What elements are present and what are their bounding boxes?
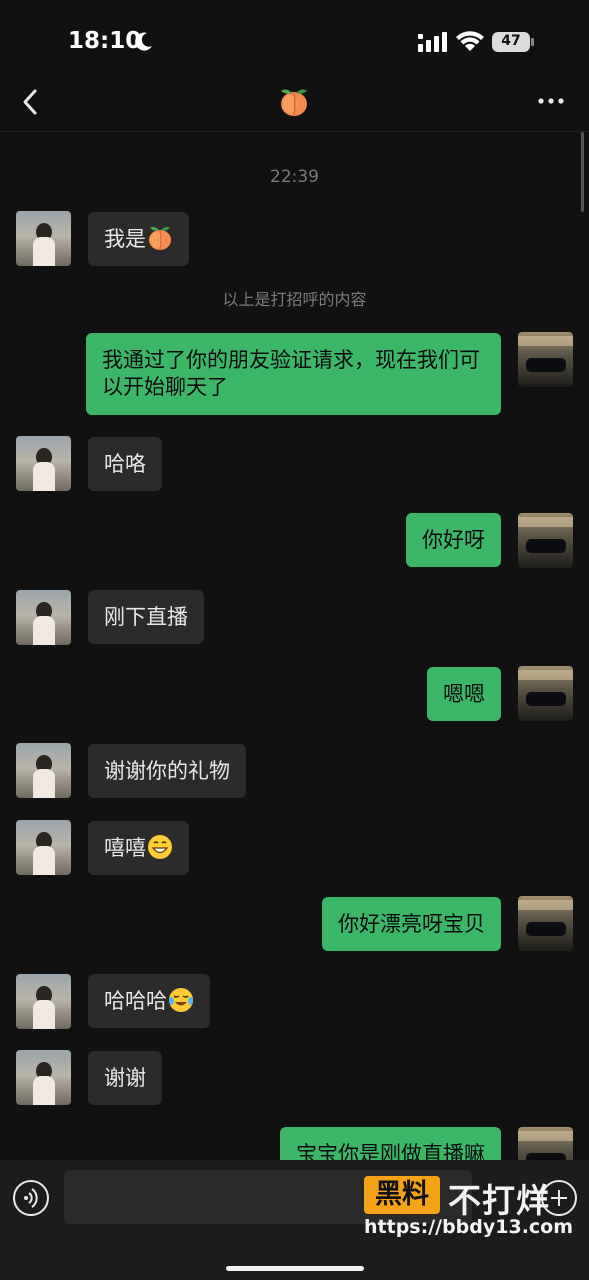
message-text: 谢谢你的礼物 xyxy=(104,759,230,783)
message-text: 我通过了你的朋友验证请求，现在我们可以开始聊天了 xyxy=(102,348,480,399)
message-bubble-outgoing[interactable]: 我通过了你的朋友验证请求，现在我们可以开始聊天了 xyxy=(86,333,501,415)
message-text: 哈咯 xyxy=(104,452,146,476)
message-text: 谢谢 xyxy=(104,1066,146,1090)
message-text: 哈哈哈 xyxy=(104,989,167,1013)
message-bubble-outgoing[interactable]: 你好漂亮呀宝贝 xyxy=(322,897,501,951)
watermark-url: https://bbdy13.com xyxy=(364,1216,574,1238)
message-text: 你好呀 xyxy=(422,528,485,552)
contact-avatar[interactable] xyxy=(16,436,71,491)
message-bubble-outgoing[interactable]: 你好呀 xyxy=(406,513,501,567)
peach-emoji-icon xyxy=(149,226,171,251)
my-avatar[interactable] xyxy=(518,513,573,568)
my-avatar[interactable] xyxy=(518,332,573,387)
voice-input-button[interactable] xyxy=(13,1180,49,1216)
contact-avatar[interactable] xyxy=(16,211,71,266)
tears-of-joy-emoji-icon xyxy=(169,988,193,1012)
message-bubble-incoming[interactable]: 哈哈哈 xyxy=(88,974,210,1028)
grin-emoji-icon xyxy=(148,835,172,859)
wifi-icon xyxy=(456,31,484,51)
message-bubble-incoming[interactable]: 谢谢你的礼物 xyxy=(88,744,246,798)
contact-avatar[interactable] xyxy=(16,974,71,1029)
message-bubble-incoming[interactable]: 谢谢 xyxy=(88,1051,162,1105)
message-bubble-incoming[interactable]: 嘻嘻 xyxy=(88,821,189,875)
status-bar: 18:10 47 xyxy=(0,0,589,72)
moon-icon xyxy=(135,32,152,51)
message-bubble-incoming[interactable]: 刚下直播 xyxy=(88,590,204,644)
watermark-name: 不打烊 xyxy=(448,1181,550,1220)
battery-icon: 47 xyxy=(492,32,534,52)
contact-avatar[interactable] xyxy=(16,590,71,645)
message-bubble-incoming[interactable]: 哈咯 xyxy=(88,437,162,491)
message-bubble-incoming[interactable]: 我是 xyxy=(88,212,189,266)
message-text: 嗯嗯 xyxy=(443,682,485,706)
cellular-signal-icon xyxy=(418,32,447,52)
message-text: 你好漂亮呀宝贝 xyxy=(338,912,485,936)
message-text: 刚下直播 xyxy=(104,605,188,629)
my-avatar[interactable] xyxy=(518,896,573,951)
system-note: 以上是打招呼的内容 xyxy=(222,290,367,309)
watermark-badge: 黑料 xyxy=(364,1176,440,1214)
status-time: 18:10 xyxy=(68,28,142,54)
peach-emoji-icon xyxy=(281,89,307,116)
watermark: 黑料 不打烊 https://bbdy13.com xyxy=(364,1172,579,1246)
battery-level: 47 xyxy=(501,33,521,49)
message-text: 嘻嘻 xyxy=(104,836,146,860)
message-bubble-outgoing[interactable]: 嗯嗯 xyxy=(427,667,501,721)
chat-nav-bar xyxy=(0,72,589,132)
contact-avatar[interactable] xyxy=(16,1050,71,1105)
back-chevron-icon[interactable] xyxy=(20,88,40,116)
message-text: 我是 xyxy=(104,227,146,251)
voice-wave-icon xyxy=(24,1188,38,1208)
my-avatar[interactable] xyxy=(518,666,573,721)
contact-avatar[interactable] xyxy=(16,820,71,875)
more-dots-icon[interactable] xyxy=(536,94,566,108)
contact-avatar[interactable] xyxy=(16,743,71,798)
home-indicator xyxy=(226,1266,364,1271)
chat-timestamp: 22:39 xyxy=(270,167,319,187)
